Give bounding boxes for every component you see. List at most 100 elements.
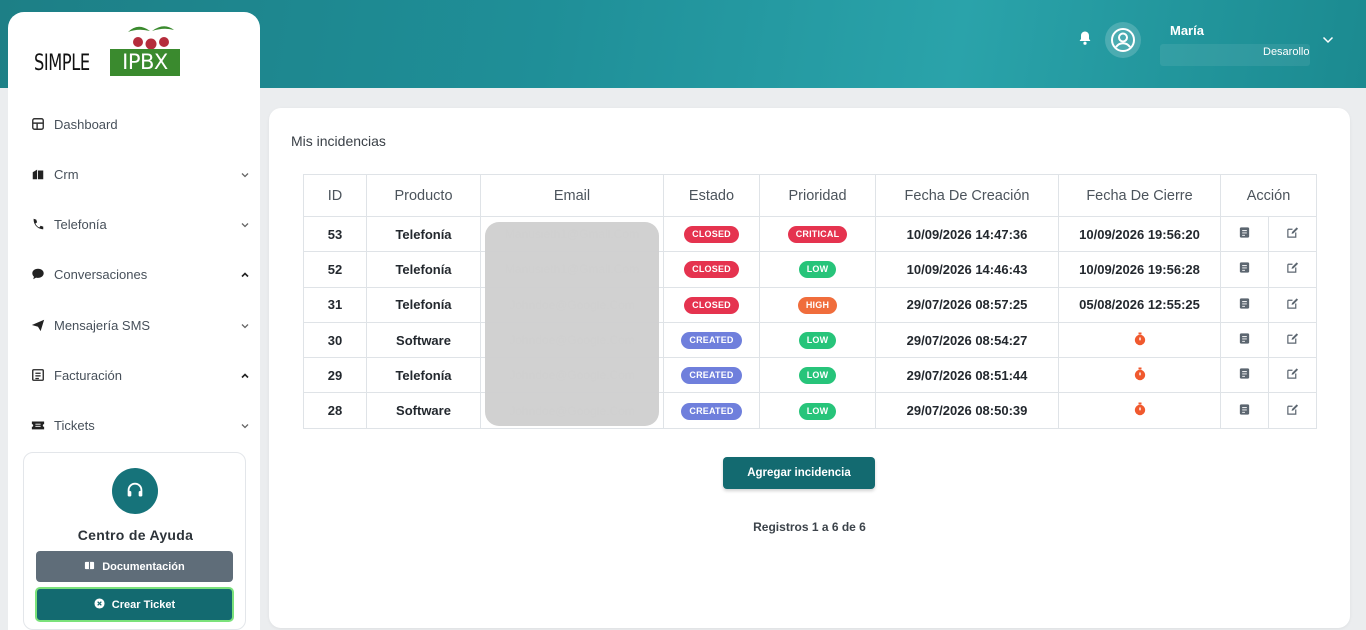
cell-producto: Telefonía (366, 357, 481, 394)
table-row: 29TelefoníaJohndoe@Google.ComCREATEDLOW2… (303, 357, 1317, 394)
status-badge: CLOSED (684, 261, 739, 279)
cell-prioridad: LOW (759, 357, 876, 394)
column-header-prioridad[interactable]: Prioridad (759, 174, 876, 217)
cell-producto: Software (366, 321, 481, 359)
sidebar-item-label: Facturación (54, 367, 122, 383)
chat-icon (30, 266, 46, 282)
records-count: Registros 1 a 6 de 6 (753, 520, 866, 534)
edit-icon[interactable] (1286, 332, 1300, 346)
view-details-icon[interactable] (1238, 226, 1252, 240)
sidebar-item-label: Conversaciones (54, 266, 148, 282)
edit-icon[interactable] (1286, 226, 1300, 240)
timer-icon (1133, 402, 1147, 416)
edit-icon[interactable] (1286, 403, 1300, 417)
simple-ipbx-logo[interactable]: SIMPLE IPBX (34, 26, 194, 84)
table-row: 31TelefoníaJohndoe@Google.ComCLOSEDHIGH2… (303, 286, 1317, 323)
dashboard-icon (30, 116, 46, 132)
sidebar-item-crm[interactable]: Crm (30, 162, 250, 186)
cell-id: 29 (303, 357, 367, 394)
chevron-down-icon[interactable] (1321, 33, 1335, 47)
chevron-up-icon (240, 369, 250, 379)
logo-text-ipbx: IPBX (110, 49, 180, 76)
cell-fecha-cierre (1058, 357, 1221, 394)
cell-id: 28 (303, 392, 367, 429)
edit-icon[interactable] (1286, 261, 1300, 275)
sidebar-item-telefonia[interactable]: Telefonía (30, 212, 250, 236)
edit-icon[interactable] (1286, 367, 1300, 381)
edit-icon[interactable] (1286, 297, 1300, 311)
view-details-icon[interactable] (1238, 403, 1252, 417)
cell-fecha-cierre: 10/09/2026 19:56:28 (1058, 251, 1221, 288)
cell-prioridad: CRITICAL (759, 215, 876, 253)
chevron-up-icon (240, 268, 250, 278)
close-circle-icon (94, 597, 105, 612)
sidebar-item-facturacion[interactable]: Facturación (30, 363, 250, 387)
sidebar-item-tickets[interactable]: Tickets (30, 413, 250, 437)
add-incident-button[interactable]: Agregar incidencia (723, 457, 875, 489)
user-name[interactable]: María (1170, 23, 1204, 38)
column-header-email[interactable]: Email (480, 174, 664, 217)
user-department: Desarollo (1263, 46, 1310, 58)
chevron-down-icon (240, 419, 250, 429)
column-header-id[interactable]: ID (303, 174, 367, 217)
sidebar-item-dashboard[interactable]: Dashboard (30, 112, 250, 136)
status-badge: CLOSED (684, 226, 739, 244)
cell-action-view (1220, 286, 1269, 323)
cell-estado: CLOSED (663, 286, 760, 323)
send-icon (30, 317, 46, 333)
column-header-estado[interactable]: Estado (663, 174, 760, 217)
cell-producto: Telefonía (366, 215, 481, 253)
documentation-button[interactable]: Documentación (36, 551, 233, 582)
table-row: 28SoftwareJohndoe@Google.ComCREATEDLOW29… (303, 392, 1317, 429)
cell-action-view (1220, 215, 1269, 253)
page-title: Mis incidencias (291, 133, 386, 149)
table-header-row: ID Producto Email Estado Prioridad Fecha… (303, 174, 1317, 217)
cell-id: 31 (303, 286, 367, 323)
sidebar-item-label: Tickets (54, 417, 95, 433)
cell-prioridad: LOW (759, 392, 876, 429)
column-header-fecha-cierre[interactable]: Fecha De Cierre (1058, 174, 1221, 217)
view-details-icon[interactable] (1238, 332, 1252, 346)
column-header-fecha-creacion[interactable]: Fecha De Creación (875, 174, 1059, 217)
chevron-down-icon (240, 319, 250, 329)
table-row: 30SoftwareJohndoe@Google.ComCREATEDLOW29… (303, 321, 1317, 359)
view-details-icon[interactable] (1238, 367, 1252, 381)
cell-producto: Telefonía (366, 286, 481, 323)
sidebar-item-conversaciones[interactable]: Conversaciones (30, 262, 250, 286)
status-badge: CREATED (681, 402, 742, 420)
sidebar-item-mensajeria-sms[interactable]: Mensajería SMS (30, 313, 250, 337)
cell-fecha-creacion: 29/07/2026 08:57:25 (875, 286, 1059, 323)
status-badge: CLOSED (684, 296, 739, 314)
column-header-accion: Acción (1220, 174, 1317, 217)
table-row: 52TelefoníaManusieth1@Gmail.ComCLOSEDLOW… (303, 251, 1317, 288)
column-header-producto[interactable]: Producto (366, 174, 481, 217)
status-badge: CREATED (681, 332, 742, 350)
cell-producto: Telefonía (366, 251, 481, 288)
user-avatar-icon[interactable] (1105, 22, 1141, 58)
cell-action-edit (1268, 251, 1317, 288)
cell-fecha-cierre (1058, 321, 1221, 359)
cell-estado: CREATED (663, 392, 760, 429)
cell-estado: CREATED (663, 357, 760, 394)
help-center-card: Centro de Ayuda Documentación Crear Tick… (23, 452, 246, 630)
cell-action-view (1220, 357, 1269, 394)
bell-icon[interactable] (1077, 30, 1093, 46)
create-ticket-button[interactable]: Crear Ticket (35, 587, 234, 622)
cell-producto: Software (366, 392, 481, 429)
cell-fecha-creacion: 29/07/2026 08:54:27 (875, 321, 1059, 359)
cell-prioridad: HIGH (759, 286, 876, 323)
cell-fecha-cierre (1058, 392, 1221, 429)
view-details-icon[interactable] (1238, 297, 1252, 311)
cell-fecha-cierre: 10/09/2026 19:56:20 (1058, 215, 1221, 253)
view-details-icon[interactable] (1238, 261, 1252, 275)
sidebar-item-label: Dashboard (54, 116, 118, 132)
incidents-table: ID Producto Email Estado Prioridad Fecha… (303, 174, 1317, 429)
sidebar-item-label: Mensajería SMS (54, 317, 151, 333)
cell-prioridad: LOW (759, 251, 876, 288)
cell-prioridad: LOW (759, 321, 876, 359)
cell-action-view (1220, 392, 1269, 429)
chevron-down-icon (240, 168, 250, 178)
cell-estado: CLOSED (663, 215, 760, 253)
cell-estado: CREATED (663, 321, 760, 359)
sidebar-item-label: Telefonía (54, 216, 107, 232)
